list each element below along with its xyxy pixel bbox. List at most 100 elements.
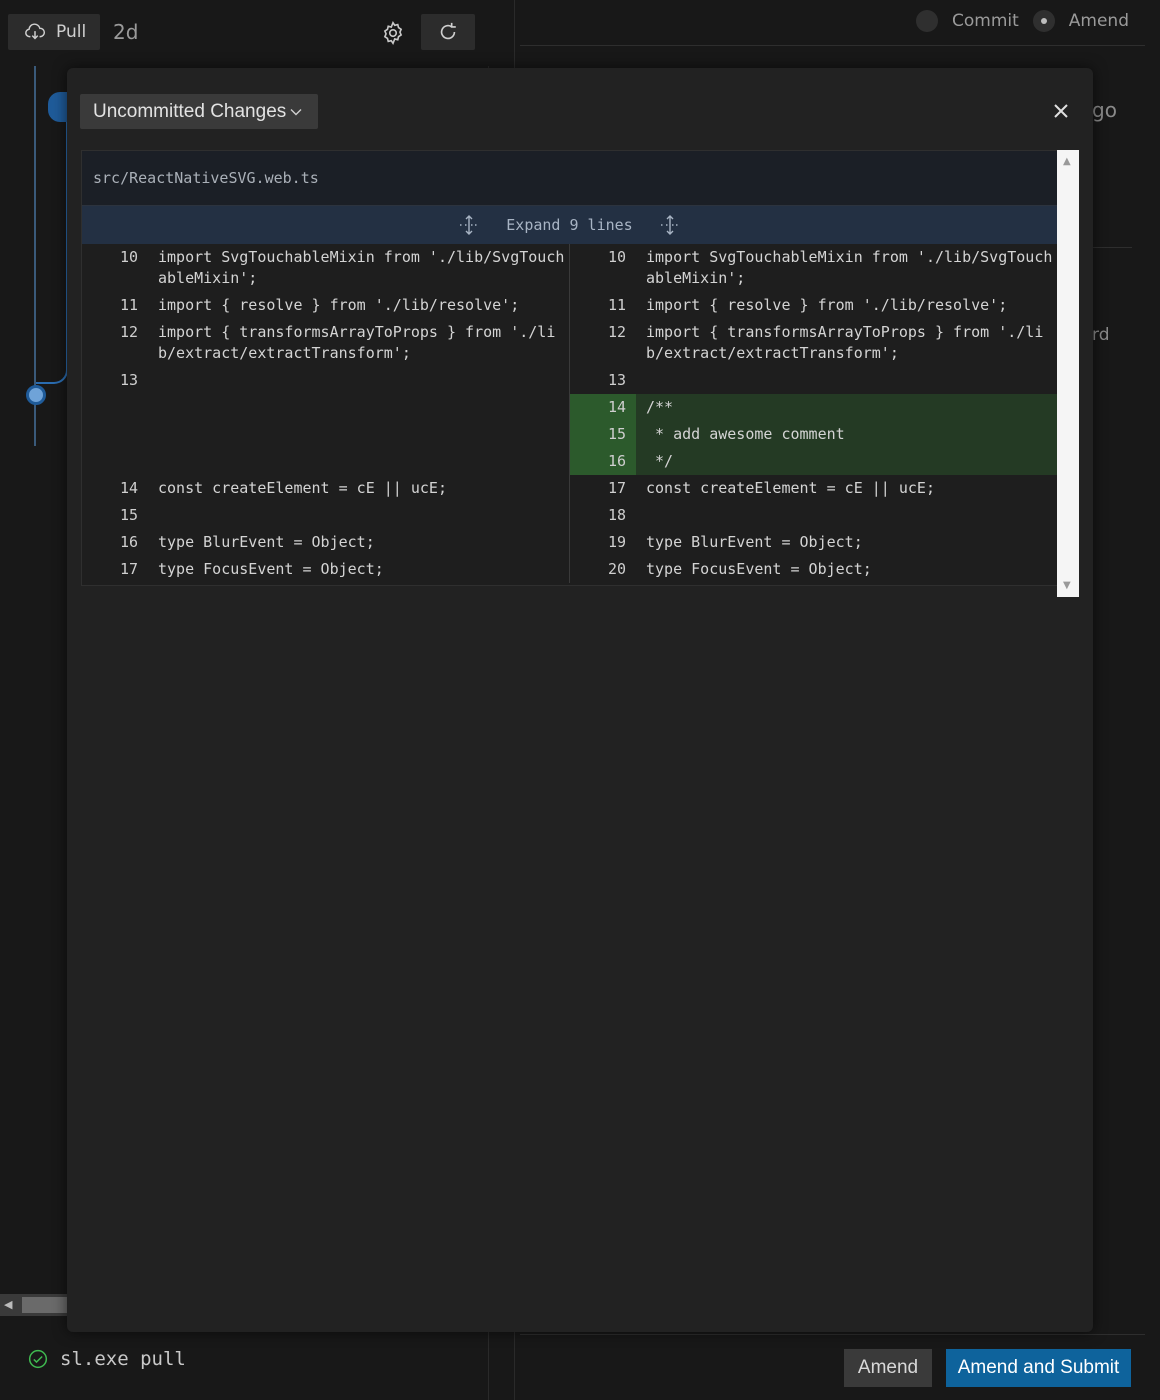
code-line: import SvgTouchableMixin from './lib/Svg…	[158, 248, 565, 287]
commit-mode-radios: Commit Amend	[916, 10, 1143, 32]
diff-row: 10 import SvgTouchableMixin from './lib/S…	[570, 244, 1057, 292]
line-number[interactable]	[82, 394, 148, 421]
commit-node[interactable]	[26, 385, 46, 405]
expand-lines-button[interactable]: Expand 9 lines	[82, 206, 1057, 244]
horizontal-scrollbar[interactable]: ◀	[0, 1294, 67, 1316]
line-number[interactable]: 14	[82, 475, 148, 502]
diff-row: 13	[570, 367, 1057, 394]
scroll-up-icon[interactable]: ▲	[1063, 156, 1071, 167]
close-icon[interactable]	[1050, 100, 1072, 122]
line-number[interactable]: 10	[82, 244, 148, 292]
code-line: */	[646, 452, 674, 470]
pull-button[interactable]: Pull	[8, 14, 100, 50]
line-number[interactable]: 15	[570, 421, 636, 448]
right-pane-divider	[520, 45, 1145, 46]
amend-radio-label: Amend	[1068, 11, 1129, 31]
line-number[interactable]: 13	[570, 367, 636, 394]
line-number[interactable]: 20	[570, 556, 636, 583]
diff-row: 16 type BlurEvent = Object;	[82, 529, 569, 556]
timestamp-fragment: go	[1092, 98, 1117, 122]
line-number[interactable]: 11	[82, 292, 148, 319]
diff-row	[82, 448, 569, 475]
diff-added-row: 15 * add awesome comment	[570, 421, 1057, 448]
scroll-down-icon[interactable]: ▼	[1063, 580, 1071, 591]
diff-right-column: 10 import SvgTouchableMixin from './lib/S…	[570, 244, 1057, 583]
diff-row	[82, 421, 569, 448]
code-line: const createElement = cE || ucE;	[646, 479, 935, 497]
commit-radio-label: Commit	[952, 11, 1019, 31]
dropdown-label: Uncommitted Changes	[93, 100, 287, 122]
refresh-icon	[440, 22, 456, 40]
diff-row: 11 import { resolve } from './lib/resolve…	[570, 292, 1057, 319]
line-number[interactable]: 19	[570, 529, 636, 556]
line-number[interactable]: 15	[82, 502, 148, 529]
diff-row: 20 type FocusEvent = Object;	[570, 556, 1057, 583]
gear-icon[interactable]	[380, 20, 406, 46]
diff-columns: 10 import SvgTouchableMixin from './lib/S…	[82, 244, 1057, 583]
text-fragment: rd	[1092, 325, 1110, 345]
code-line: type FocusEvent = Object;	[646, 560, 872, 578]
right-pane-divider-2	[1092, 247, 1132, 248]
diff-added-row: 14 /**	[570, 394, 1057, 421]
diff-row: 12 import { transformsArrayToProps } from…	[570, 319, 1057, 367]
line-number[interactable]: 16	[570, 448, 636, 475]
line-number[interactable]: 17	[82, 556, 148, 583]
scroll-left-icon[interactable]: ◀	[4, 1298, 12, 1311]
refresh-button[interactable]	[421, 14, 475, 50]
top-toolbar: Pull 2d	[0, 0, 510, 66]
line-number[interactable]: 18	[570, 502, 636, 529]
chevron-down-icon	[290, 109, 302, 116]
expand-icon	[660, 215, 679, 235]
scrollbar-thumb[interactable]	[22, 1297, 67, 1313]
commit-graph-branch	[36, 92, 68, 384]
line-number[interactable]	[82, 448, 148, 475]
last-pull-age: 2d	[113, 20, 139, 44]
code-line: type BlurEvent = Object;	[158, 533, 375, 551]
cloud-download-icon	[25, 23, 46, 40]
diff-row: 15	[82, 502, 569, 529]
vertical-scrollbar[interactable]: ▲ ▼	[1057, 150, 1079, 597]
operation-status: sl.exe pull	[28, 1348, 186, 1370]
code-line: * add awesome comment	[646, 425, 845, 443]
line-number[interactable]: 17	[570, 475, 636, 502]
code-line: import { transformsArrayToProps } from '…	[646, 323, 1044, 362]
line-number[interactable]: 13	[82, 367, 148, 394]
amend-button[interactable]: Amend	[844, 1349, 932, 1387]
diff-row: 13	[82, 367, 569, 394]
line-number[interactable]: 16	[82, 529, 148, 556]
changes-modal: Uncommitted Changes src/ReactNativeSVG.w…	[67, 68, 1093, 1332]
amend-radio[interactable]	[1032, 10, 1055, 32]
diff-added-row: 16 */	[570, 448, 1057, 475]
diff-row	[82, 394, 569, 421]
code-line: const createElement = cE || ucE;	[158, 479, 447, 497]
line-number[interactable]: 11	[570, 292, 636, 319]
file-path: src/ReactNativeSVG.web.ts	[93, 169, 319, 187]
bottom-divider	[520, 1334, 1145, 1335]
amend-and-submit-button[interactable]: Amend and Submit	[946, 1349, 1131, 1387]
line-number[interactable]	[82, 421, 148, 448]
line-number[interactable]: 10	[570, 244, 636, 292]
code-line: type BlurEvent = Object;	[646, 533, 863, 551]
diff-row: 14 const createElement = cE || ucE;	[82, 475, 569, 502]
expand-label: Expand 9 lines	[506, 216, 633, 234]
diff-row: 10 import SvgTouchableMixin from './lib/S…	[82, 244, 569, 292]
expand-icon	[460, 215, 479, 235]
code-line: import { resolve } from './lib/resolve';	[646, 296, 1008, 314]
code-line: import { transformsArrayToProps } from '…	[158, 323, 556, 362]
line-number[interactable]: 12	[82, 319, 148, 367]
code-line: import SvgTouchableMixin from './lib/Svg…	[646, 248, 1053, 287]
line-number[interactable]: 12	[570, 319, 636, 367]
file-header: src/ReactNativeSVG.web.ts	[82, 151, 1057, 206]
code-line: import { resolve } from './lib/resolve';	[158, 296, 520, 314]
code-line: /**	[646, 398, 674, 416]
commit-radio[interactable]	[916, 10, 938, 32]
line-number[interactable]: 14	[570, 394, 636, 421]
commit-selector-dropdown[interactable]: Uncommitted Changes	[80, 94, 318, 129]
